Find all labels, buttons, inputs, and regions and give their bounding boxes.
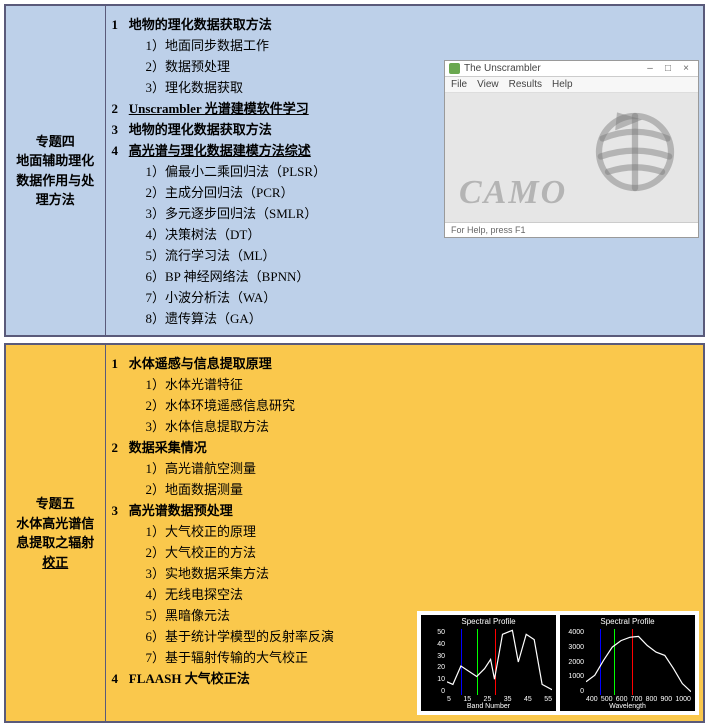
topic-label-line: 息提取之辐射 (14, 533, 97, 553)
topic-panel: 专题四地面辅助理化数据作用与处理方法 1 地物的理化数据获取方法 1）地面同步数据工… (4, 4, 705, 337)
section-number: 2 (112, 440, 126, 456)
list-item: 4）决策树法（DT） (146, 224, 437, 243)
section-heading: 3 地物的理化数据获取方法 (112, 119, 437, 138)
spectral-chart: Spectral Profile 400030002000100004005006… (560, 615, 695, 711)
x-axis-label: Band Number (421, 703, 556, 710)
window-controls: –□× (642, 63, 694, 74)
plot-area (447, 629, 552, 695)
series-line (447, 629, 552, 695)
menu-item: File (451, 79, 467, 90)
minimize-icon: – (642, 63, 658, 74)
section-number: 1 (112, 17, 126, 33)
section-heading: 2 Unscrambler 光谱建模软件学习 (112, 98, 437, 117)
window-title: The Unscrambler (464, 63, 541, 74)
list-item: 2）地面数据测量 (146, 479, 410, 498)
topic-content-cell: 1 地物的理化数据获取方法 1）地面同步数据工作 2）数据预处理 3）理化数据获取 2 … (105, 5, 704, 336)
section-title: 数据采集情况 (129, 440, 207, 455)
section-title: FLAASH 大气校正法 (129, 671, 250, 686)
topic-label-line: 校正 (14, 553, 97, 573)
chart-title: Spectral Profile (421, 615, 556, 626)
plot-area (586, 629, 691, 695)
section-heading: 3 高光谱数据预处理 (112, 500, 410, 519)
list-item: 3）理化数据获取 (146, 77, 437, 96)
list-item: 5）黑暗像元法 (146, 605, 410, 624)
topic-label-line: 理方法 (14, 190, 97, 210)
list-item: 8）遗传算法（GA） (146, 308, 437, 327)
close-icon: × (678, 63, 694, 74)
list-item: 2）主成分回归法（PCR） (146, 182, 437, 201)
section-heading: 1 水体遥感与信息提取原理 (112, 353, 410, 372)
list-item: 1）偏最小二乘回归法（PLSR） (146, 161, 437, 180)
section-number: 4 (112, 671, 126, 687)
topic-label-line: 水体高光谱信 (14, 514, 97, 534)
app-icon (449, 63, 460, 74)
list-item: 3）实地数据采集方法 (146, 563, 410, 582)
y-axis-ticks: 50403020100 (423, 629, 445, 695)
camo-logo-text: CAMO (459, 174, 567, 212)
section-title: 水体遥感与信息提取原理 (129, 356, 272, 371)
topic-panel: 专题五水体高光谱信息提取之辐射校正 1 水体遥感与信息提取原理 1）水体光谱特征 2）… (4, 343, 705, 723)
list-item: 3）多元逐步回归法（SMLR） (146, 203, 437, 222)
spectral-chart: Spectral Profile 5040302010051525354555Ba… (421, 615, 556, 711)
status-bar: For Help, press F1 (445, 223, 698, 237)
topic-label-cell: 专题五水体高光谱信息提取之辐射校正 (5, 344, 105, 722)
app-canvas: CAMO (445, 93, 698, 223)
section-number: 1 (112, 356, 126, 372)
section-heading: 4 FLAASH 大气校正法 (112, 668, 410, 687)
section-heading: 1 地物的理化数据获取方法 (112, 14, 437, 33)
list-item: 2）数据预处理 (146, 56, 437, 75)
list-item: 2）大气校正的方法 (146, 542, 410, 561)
topic-label-line: 专题五 (14, 494, 97, 514)
topic-content-cell: 1 水体遥感与信息提取原理 1）水体光谱特征 2）水体环境遥感信息研究 3）水体信息提… (105, 344, 704, 722)
maximize-icon: □ (660, 63, 676, 74)
list-item: 3）水体信息提取方法 (146, 416, 410, 435)
topic-label-line: 数据作用与处 (14, 171, 97, 191)
section-number: 2 (112, 101, 126, 117)
x-axis-ticks: 51525354555 (447, 696, 552, 703)
list-item: 1）高光谱航空测量 (146, 458, 410, 477)
list-item: 7）基于辐射传输的大气校正 (146, 647, 410, 666)
list-item: 6）BP 神经网络法（BPNN） (146, 266, 437, 285)
series-line (586, 629, 691, 695)
chart-title: Spectral Profile (560, 615, 695, 626)
y-axis-ticks: 40003000200010000 (562, 629, 584, 695)
list-item: 6）基于统计学模型的反射率反演 (146, 626, 410, 645)
globe-icon (590, 107, 680, 197)
list-item: 5）流行学习法（ML） (146, 245, 437, 264)
section-title: 高光谱与理化数据建模方法综述 (129, 143, 311, 158)
section-heading: 2 数据采集情况 (112, 437, 410, 456)
topic-label-line: 专题四 (14, 132, 97, 152)
menu-item: View (477, 79, 499, 90)
list-item: 1）水体光谱特征 (146, 374, 410, 393)
section-number: 4 (112, 143, 126, 159)
section-title: 地物的理化数据获取方法 (129, 122, 272, 137)
unscrambler-window: The Unscrambler –□× File View Results Help CAM… (444, 60, 699, 238)
menu-bar: File View Results Help (445, 77, 698, 93)
x-axis-ticks: 4005006007008009001000 (586, 696, 691, 703)
topic-label-cell: 专题四地面辅助理化数据作用与处理方法 (5, 5, 105, 336)
list-item: 4）无线电探空法 (146, 584, 410, 603)
topic-label-line: 地面辅助理化 (14, 151, 97, 171)
x-axis-label: Wavelength (560, 703, 695, 710)
list-item: 2）水体环境遥感信息研究 (146, 395, 410, 414)
list-item: 7）小波分析法（WA） (146, 287, 437, 306)
list-item: 1）地面同步数据工作 (146, 35, 437, 54)
section-title: 地物的理化数据获取方法 (129, 17, 272, 32)
list-item: 1）大气校正的原理 (146, 521, 410, 540)
section-number: 3 (112, 503, 126, 519)
section-heading: 4 高光谱与理化数据建模方法综述 (112, 140, 437, 159)
menu-item: Results (509, 79, 542, 90)
section-title: Unscrambler 光谱建模软件学习 (129, 101, 309, 116)
window-titlebar: The Unscrambler –□× (445, 61, 698, 77)
spectral-charts: Spectral Profile 5040302010051525354555Ba… (417, 611, 699, 715)
menu-item: Help (552, 79, 573, 90)
section-number: 3 (112, 122, 126, 138)
section-title: 高光谱数据预处理 (129, 503, 233, 518)
